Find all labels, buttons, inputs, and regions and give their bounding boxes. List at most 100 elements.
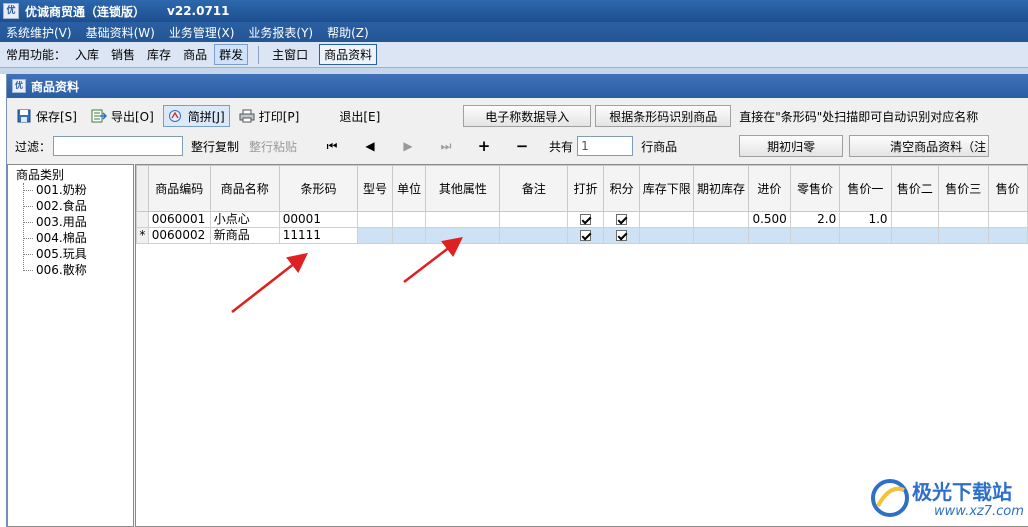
discount-checkbox[interactable] <box>580 214 592 225</box>
table-row[interactable]: 0060001 小点心 00001 0.500 2.0 1.0 <box>136 211 1028 228</box>
filter-input[interactable] <box>53 136 184 156</box>
menu-system[interactable]: 系统维护(V) <box>6 24 72 41</box>
quick-goods-button[interactable]: 商品 <box>178 44 212 65</box>
barcode-identify-button[interactable]: 根据条形码识别商品 <box>595 105 732 127</box>
next-record-icon[interactable]: ▶ <box>395 136 421 156</box>
column-header[interactable]: 售价 <box>987 165 1028 212</box>
cell-stock-init[interactable] <box>693 211 749 228</box>
cell-unit[interactable] <box>391 211 427 228</box>
table-row[interactable]: * 0060002 新商品 11111 <box>136 227 1028 244</box>
cell-barcode[interactable]: 00001 <box>278 211 359 228</box>
column-header[interactable]: 商品编码 <box>147 165 211 212</box>
clear-goods-button[interactable]: 清空商品资料（注 <box>849 135 990 157</box>
column-header[interactable]: 售价二 <box>890 165 940 212</box>
column-header[interactable]: 打折 <box>567 165 604 212</box>
tree-root[interactable]: 商品类别 <box>16 166 64 183</box>
column-header[interactable]: 型号 <box>357 165 393 212</box>
quick-stock-in-button[interactable]: 入库 <box>70 44 104 65</box>
cell-stock-init[interactable] <box>693 227 749 244</box>
cell-points[interactable] <box>602 227 641 244</box>
exit-button[interactable]: 退出[E] <box>334 105 385 127</box>
cell-price4[interactable] <box>987 227 1028 244</box>
cell-price3[interactable] <box>938 211 989 228</box>
add-record-icon[interactable]: + <box>471 136 497 156</box>
first-record-icon[interactable]: ⏮ <box>319 136 345 156</box>
cell-stock-min[interactable] <box>639 211 695 228</box>
column-header[interactable]: 单位 <box>391 165 427 212</box>
column-header[interactable]: 其他属性 <box>425 165 501 212</box>
cell-retail[interactable] <box>789 227 841 244</box>
cell-cost[interactable]: 0.500 <box>747 211 791 228</box>
cell-unit[interactable] <box>391 227 427 244</box>
pinyin-button[interactable]: 简拼[J] <box>162 105 230 127</box>
tree-node[interactable]: 003.用品 <box>20 214 87 230</box>
tree-node[interactable]: 001.奶粉 <box>20 182 87 198</box>
menu-business[interactable]: 业务管理(X) <box>169 24 235 41</box>
cell-price2[interactable] <box>890 211 940 228</box>
menu-help[interactable]: 帮助(Z) <box>327 24 369 41</box>
column-header[interactable]: 商品名称 <box>209 165 280 212</box>
cell-price1[interactable]: 1.0 <box>839 211 892 228</box>
column-header[interactable]: 零售价 <box>789 165 841 212</box>
last-record-icon[interactable]: ⏭ <box>433 136 459 156</box>
column-header[interactable]: 库存下限 <box>639 165 695 212</box>
print-button[interactable]: 打印[P] <box>234 105 305 127</box>
export-button[interactable]: 导出[O] <box>86 105 159 127</box>
window-tab-goods[interactable]: 商品资料 <box>319 44 378 65</box>
goods-window: 优 商品资料 保存[S] 导出[O] 简拼[J] 打印[P] 退出[E] 电子称… <box>6 74 1028 527</box>
cell-price4[interactable] <box>987 211 1028 228</box>
cell-stock-min[interactable] <box>639 227 695 244</box>
pinyin-label: 简拼[J] <box>187 109 225 124</box>
title-bar: 优 优诚商贸通（连锁版） v22.0711 <box>0 0 1028 22</box>
window-tab-main[interactable]: 主窗口 <box>267 44 313 65</box>
points-checkbox[interactable] <box>616 230 628 241</box>
discount-checkbox[interactable] <box>580 230 592 241</box>
save-button[interactable]: 保存[S] <box>11 105 82 127</box>
cell-price3[interactable] <box>938 227 989 244</box>
tree-node[interactable]: 002.食品 <box>20 198 87 214</box>
cell-name[interactable]: 小点心 <box>209 211 280 228</box>
column-header[interactable]: 期初库存 <box>693 165 749 212</box>
column-header[interactable]: 售价三 <box>938 165 989 212</box>
tree-node[interactable]: 004.棉品 <box>20 230 87 246</box>
menu-reports[interactable]: 业务报表(Y) <box>248 24 313 41</box>
watermark-url: www.xz7.com <box>934 504 1024 519</box>
cell-price1[interactable] <box>839 227 892 244</box>
tree-node[interactable]: 006.散称 <box>20 262 87 278</box>
paste-row-button[interactable]: 整行粘贴 <box>249 138 297 155</box>
column-header[interactable]: 积分 <box>602 165 641 212</box>
column-header[interactable]: 条形码 <box>278 165 359 212</box>
column-header[interactable]: 进价 <box>747 165 791 212</box>
menu-basic-data[interactable]: 基础资料(W) <box>86 24 155 41</box>
row-indicator <box>136 211 149 228</box>
cell-code[interactable]: 0060001 <box>147 211 211 228</box>
column-header[interactable]: 备注 <box>499 165 569 212</box>
delete-record-icon[interactable]: − <box>509 136 535 156</box>
quick-broadcast-button[interactable]: 群发 <box>214 44 249 65</box>
cell-attrs[interactable] <box>425 211 501 228</box>
cell-note[interactable] <box>499 211 569 228</box>
cell-retail[interactable]: 2.0 <box>789 211 841 228</box>
cell-model[interactable] <box>357 211 393 228</box>
cell-note[interactable] <box>499 227 569 244</box>
cell-barcode[interactable]: 11111 <box>278 227 359 244</box>
cell-points[interactable] <box>602 211 641 228</box>
prev-record-icon[interactable]: ◀ <box>357 136 383 156</box>
menu-bar: 系统维护(V) 基础资料(W) 业务管理(X) 业务报表(Y) 帮助(Z) <box>0 22 1028 42</box>
cell-name[interactable]: 新商品 <box>209 227 280 244</box>
quick-inventory-button[interactable]: 库存 <box>142 44 176 65</box>
cell-price2[interactable] <box>890 227 940 244</box>
cell-cost[interactable] <box>747 227 791 244</box>
cell-discount[interactable] <box>567 211 604 228</box>
scale-import-button[interactable]: 电子称数据导入 <box>463 105 592 127</box>
cell-code[interactable]: 0060002 <box>147 227 211 244</box>
copy-row-button[interactable]: 整行复制 <box>191 138 239 155</box>
tree-node[interactable]: 005.玩具 <box>20 246 87 262</box>
column-header[interactable]: 售价一 <box>839 165 892 212</box>
reset-initial-button[interactable]: 期初归零 <box>739 135 844 157</box>
cell-model[interactable] <box>357 227 393 244</box>
cell-discount[interactable] <box>567 227 604 244</box>
cell-attrs[interactable] <box>425 227 501 244</box>
quick-sales-button[interactable]: 销售 <box>106 44 140 65</box>
points-checkbox[interactable] <box>616 214 628 225</box>
